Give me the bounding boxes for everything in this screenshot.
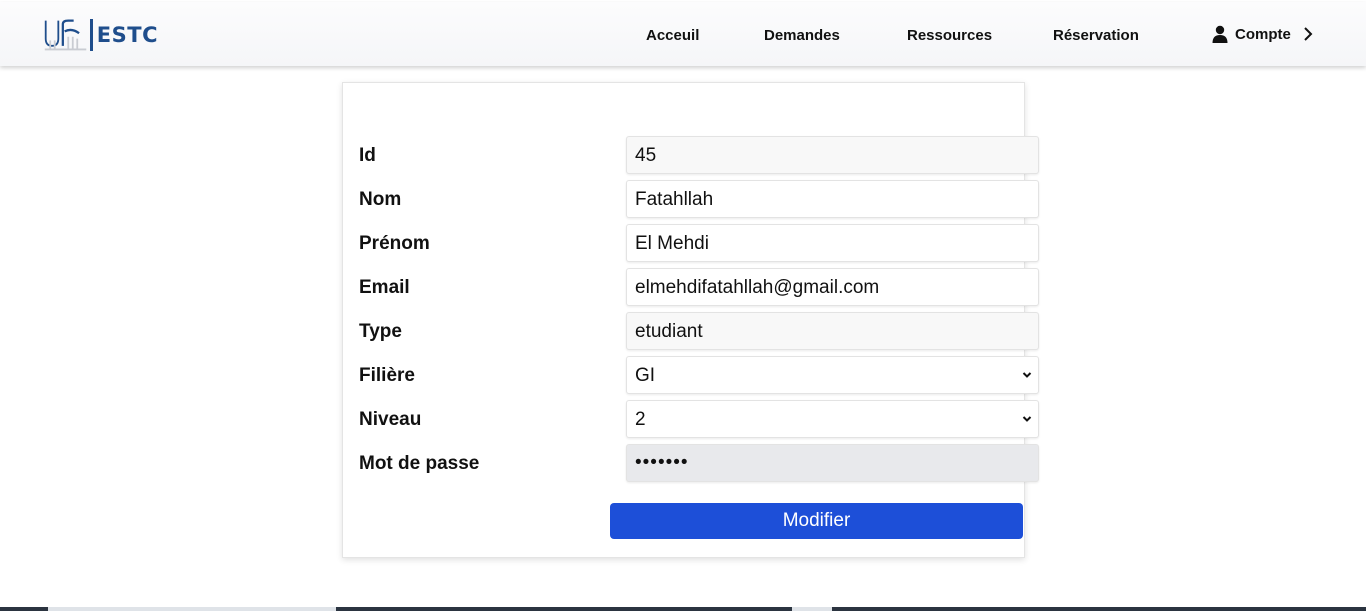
nav-reservation[interactable]: Réservation (1053, 27, 1139, 44)
password-field[interactable]: ••••••• (626, 444, 1039, 482)
form-row-nom: Nom Fatahllah (359, 180, 1039, 218)
bottom-strip-segment (792, 607, 832, 611)
chevron-down-icon (1022, 372, 1032, 378)
account-label: Compte (1235, 25, 1291, 43)
university-logo-icon (44, 19, 87, 51)
email-label: Email (359, 277, 410, 298)
nom-label: Nom (359, 189, 402, 210)
id-field[interactable]: 45 (626, 136, 1039, 174)
niveau-label: Niveau (359, 409, 422, 430)
prenom-label: Prénom (359, 233, 430, 254)
niveau-selected-value: 2 (635, 409, 646, 430)
nav-acceuil[interactable]: Acceuil (646, 27, 699, 44)
form-row-niveau: Niveau 2 (359, 400, 1039, 438)
bottom-taskbar-edge (0, 607, 1366, 611)
form-row-filiere: Filière GI (359, 356, 1039, 394)
logo-divider (90, 19, 93, 51)
filiere-selected-value: GI (635, 365, 656, 386)
profile-form-card: Id 45 Nom Fatahllah Prénom El Mehdi Emai… (342, 82, 1039, 558)
filiere-label: Filière (359, 365, 415, 386)
chevron-right-icon (1304, 27, 1313, 41)
top-navbar: ESTC Acceuil Demandes Ressources Réserva… (0, 2, 1366, 66)
form-row-password: Mot de passe ••••••• (359, 444, 1039, 482)
estc-logo[interactable]: ESTC (43, 16, 158, 54)
filiere-select[interactable]: GI (626, 356, 1039, 394)
nav-ressources[interactable]: Ressources (907, 27, 992, 44)
nav-demandes[interactable]: Demandes (764, 27, 840, 44)
account-menu[interactable]: Compte (1212, 25, 1314, 43)
niveau-select[interactable]: 2 (626, 400, 1039, 438)
modifier-button[interactable]: Modifier (610, 503, 1023, 539)
nom-input[interactable]: Fatahllah (626, 180, 1039, 218)
password-label: Mot de passe (359, 453, 480, 474)
id-label: Id (359, 145, 376, 166)
type-label: Type (359, 321, 402, 342)
form-row-type: Type etudiant (359, 312, 1039, 350)
type-field[interactable]: etudiant (626, 312, 1039, 350)
prenom-input[interactable]: El Mehdi (626, 224, 1039, 262)
form-row-email: Email elmehdifatahllah@gmail.com (359, 268, 1039, 306)
chevron-down-icon (1022, 416, 1032, 422)
user-icon (1212, 25, 1228, 43)
logo-text: ESTC (96, 23, 158, 47)
form-row-prenom: Prénom El Mehdi (359, 224, 1039, 262)
form-row-id: Id 45 (359, 136, 1039, 174)
email-input[interactable]: elmehdifatahllah@gmail.com (626, 268, 1039, 306)
bottom-strip-segment (48, 607, 336, 611)
